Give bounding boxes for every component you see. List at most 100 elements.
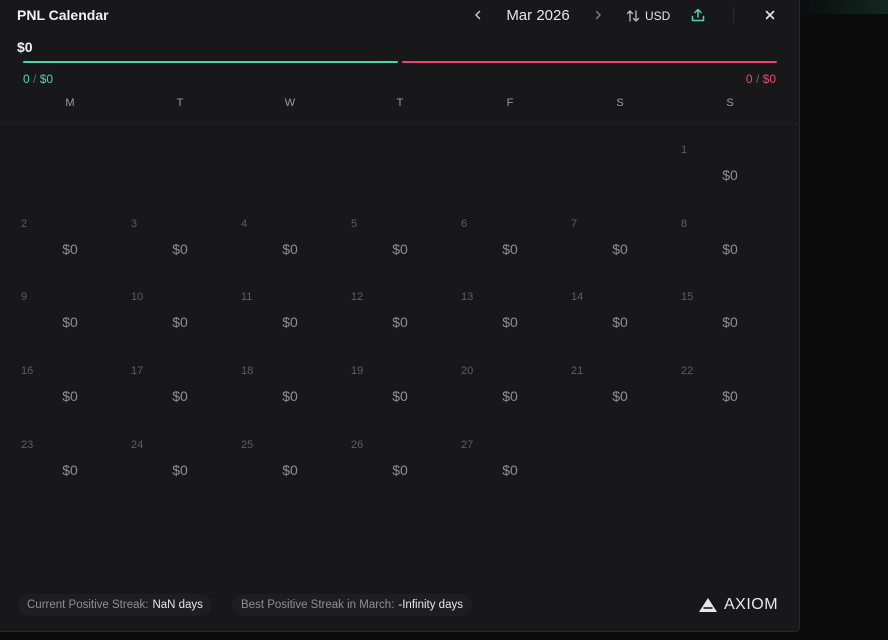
calendar-day-cell[interactable]: 4 $0 — [235, 210, 345, 284]
axiom-logo-icon — [699, 598, 717, 612]
calendar-day-cell[interactable]: 7 $0 — [565, 210, 675, 284]
day-number: 21 — [571, 365, 584, 378]
day-number: 11 — [241, 291, 253, 304]
day-pnl-value: $0 — [722, 314, 738, 331]
current-streak-label: Current Positive Streak: — [27, 599, 149, 611]
day-number: 5 — [351, 217, 358, 230]
day-pnl-value: $0 — [282, 388, 298, 405]
weekday-friday: F — [506, 97, 514, 109]
positive-separator: / — [33, 72, 37, 86]
weekday-saturday: S — [616, 97, 624, 109]
calendar-day-cell[interactable]: 18 $0 — [235, 357, 345, 431]
day-number: 20 — [461, 365, 474, 378]
calendar-day-cell[interactable]: 13 $0 — [455, 283, 565, 357]
day-number: 26 — [351, 438, 364, 451]
day-number: 22 — [681, 365, 694, 378]
calendar-day-cell[interactable]: 1 $0 — [675, 136, 785, 210]
day-pnl-value: $0 — [62, 388, 78, 405]
total-pnl: $0 — [17, 39, 33, 55]
currency-label: USD — [645, 9, 671, 23]
calendar-day-cell[interactable]: 6 $0 — [455, 210, 565, 284]
day-number: 25 — [241, 438, 254, 451]
best-streak-badge: Best Positive Streak in March: -Infinity… — [232, 594, 472, 616]
positive-summary: 0 / $0 — [23, 72, 53, 86]
day-number: 17 — [131, 365, 144, 378]
calendar-empty-cell — [125, 136, 235, 210]
calendar-day-cell[interactable]: 25 $0 — [235, 431, 345, 505]
previous-month-button[interactable] — [468, 5, 488, 25]
background-glow — [798, 0, 888, 14]
currency-toggle-button[interactable]: USD — [626, 6, 670, 26]
day-number: 18 — [241, 365, 254, 378]
day-number: 9 — [21, 291, 28, 304]
weekday-monday: M — [65, 97, 75, 109]
calendar-header: PNL Calendar Mar 2026 USD — [0, 0, 800, 32]
panel-title: PNL Calendar — [17, 7, 109, 23]
calendar-day-cell[interactable]: 14 $0 — [565, 283, 675, 357]
calendar-grid: 1 $0 2 $0 3 $0 4 $0 5 $0 6 $0 7 $0 8 $0 9 $0 10 $0 11 $0 12 $0 1… — [15, 136, 785, 504]
day-number: 19 — [351, 365, 364, 378]
day-pnl-value: $0 — [282, 461, 298, 478]
day-pnl-value: $0 — [172, 240, 188, 257]
day-pnl-value: $0 — [612, 314, 628, 331]
day-number: 2 — [21, 217, 28, 230]
day-number: 8 — [681, 217, 688, 230]
weekday-thursday: T — [396, 97, 404, 109]
calendar-day-cell[interactable]: 27 $0 — [455, 431, 565, 505]
day-number: 13 — [461, 291, 474, 304]
swap-vertical-icon — [626, 10, 640, 22]
day-pnl-value: $0 — [172, 314, 188, 331]
calendar-day-cell[interactable]: 9 $0 — [15, 283, 125, 357]
day-pnl-value: $0 — [62, 461, 78, 478]
day-pnl-value: $0 — [392, 461, 408, 478]
next-month-button[interactable] — [588, 5, 608, 25]
day-pnl-value: $0 — [172, 461, 188, 478]
current-streak-value: NaN days — [152, 599, 203, 611]
share-button[interactable] — [688, 5, 708, 25]
day-number: 14 — [571, 291, 584, 304]
day-number: 1 — [681, 144, 688, 156]
calendar-day-cell[interactable]: 5 $0 — [345, 210, 455, 284]
calendar-day-cell[interactable]: 12 $0 — [345, 283, 455, 357]
day-pnl-value: $0 — [62, 314, 78, 331]
calendar-empty-cell — [15, 136, 125, 210]
calendar-day-cell[interactable]: 24 $0 — [125, 431, 235, 505]
chevron-left-icon — [475, 10, 481, 20]
positive-bar — [23, 61, 398, 63]
close-button[interactable] — [760, 5, 780, 25]
calendar-day-cell[interactable]: 16 $0 — [15, 357, 125, 431]
day-pnl-value: $0 — [502, 388, 518, 405]
day-pnl-value: $0 — [722, 388, 738, 405]
day-number: 23 — [21, 438, 34, 451]
calendar-day-cell[interactable]: 2 $0 — [15, 210, 125, 284]
day-pnl-value: $0 — [392, 388, 408, 405]
calendar-day-cell[interactable]: 15 $0 — [675, 283, 785, 357]
day-number: 7 — [571, 217, 578, 230]
calendar-day-cell[interactable]: 3 $0 — [125, 210, 235, 284]
negative-count: 0 — [745, 72, 753, 86]
calendar-day-cell[interactable]: 23 $0 — [15, 431, 125, 505]
positive-count: 0 — [23, 72, 30, 86]
calendar-empty-cell — [455, 136, 565, 210]
day-pnl-value: $0 — [62, 240, 78, 257]
calendar-day-cell[interactable]: 10 $0 — [125, 283, 235, 357]
header-divider — [733, 7, 734, 23]
calendar-day-cell[interactable]: 20 $0 — [455, 357, 565, 431]
day-number: 12 — [351, 291, 364, 304]
calendar-day-cell[interactable]: 21 $0 — [565, 357, 675, 431]
calendar-day-cell[interactable]: 11 $0 — [235, 283, 345, 357]
day-number: 27 — [461, 438, 474, 451]
day-pnl-value: $0 — [722, 167, 738, 183]
day-pnl-value: $0 — [392, 240, 408, 257]
calendar-day-cell[interactable]: 8 $0 — [675, 210, 785, 284]
weekday-header-row: M T W T F S S — [15, 97, 785, 111]
pnl-calendar-panel: PNL Calendar Mar 2026 USD $0 0 / $0 0 / … — [0, 0, 800, 632]
day-pnl-value: $0 — [282, 240, 298, 257]
weekday-tuesday: T — [176, 97, 184, 109]
calendar-day-cell[interactable]: 17 $0 — [125, 357, 235, 431]
calendar-day-cell[interactable]: 26 $0 — [345, 431, 455, 505]
day-number: 24 — [131, 438, 144, 451]
chevron-right-icon — [595, 10, 601, 20]
calendar-day-cell[interactable]: 22 $0 — [675, 357, 785, 431]
calendar-day-cell[interactable]: 19 $0 — [345, 357, 455, 431]
